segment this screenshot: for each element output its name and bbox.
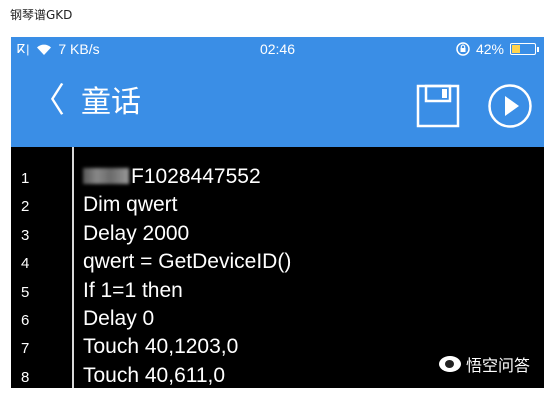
code-line[interactable]: 2 Dim qwert [11,189,544,217]
code-line[interactable]: 3 Delay 2000 [11,218,544,246]
battery-icon [510,43,539,55]
watermark: 悟空问答 [438,352,530,376]
battery-fill [512,45,521,53]
status-right: 42% [456,41,539,57]
line-number: 2 [21,198,30,216]
code-line[interactable]: 6 Delay 0 [11,303,544,331]
line-number: 6 [21,312,30,329]
line-number: 5 [21,283,30,301]
line-number: 8 [21,368,30,386]
code-text: Delay 2000 [83,221,190,245]
phone-screenshot: ⴽ| 7 KB/s 02:46 42% 〈 童话 1 F1028447552 2… [11,37,544,388]
watermark-text: 悟空问答 [465,356,530,375]
page-caption: 钢琴谱GKD [10,8,73,22]
code-text: Delay 0 [83,307,155,330]
status-bar: ⴽ| 7 KB/s 02:46 42% [11,37,544,63]
save-button[interactable] [415,83,461,129]
play-icon [488,84,532,128]
code-text: If 1=1 then [83,278,183,302]
play-button[interactable] [487,83,533,129]
code-line[interactable]: 1 F1028447552 [11,161,544,189]
code-text: qwert = GetDeviceID() [83,250,292,274]
code-line[interactable]: 4 qwert = GetDeviceID() [11,246,544,274]
redacted-blur [83,168,129,184]
wukong-logo-icon [438,356,461,372]
battery-percent: 42% [475,41,504,57]
rotation-lock-icon [456,42,470,56]
code-text: Touch 40,611,0 [83,363,226,387]
page-title: 童话 [81,85,141,120]
line-number: 3 [21,226,30,244]
line-number: 1 [21,170,30,187]
app-bar: 〈 童话 [11,63,544,147]
line-number: 4 [21,255,30,273]
code-text: Dim qwert [83,193,178,217]
back-button[interactable]: 〈 [31,81,65,121]
code-text: F1028447552 [83,165,261,189]
floppy-disk-icon [416,84,460,128]
code-text-visible: F1028447552 [131,165,261,188]
line-number: 7 [21,340,30,358]
code-line[interactable]: 5 If 1=1 then [11,275,544,303]
code-text: Touch 40,1203,0 [83,335,239,359]
